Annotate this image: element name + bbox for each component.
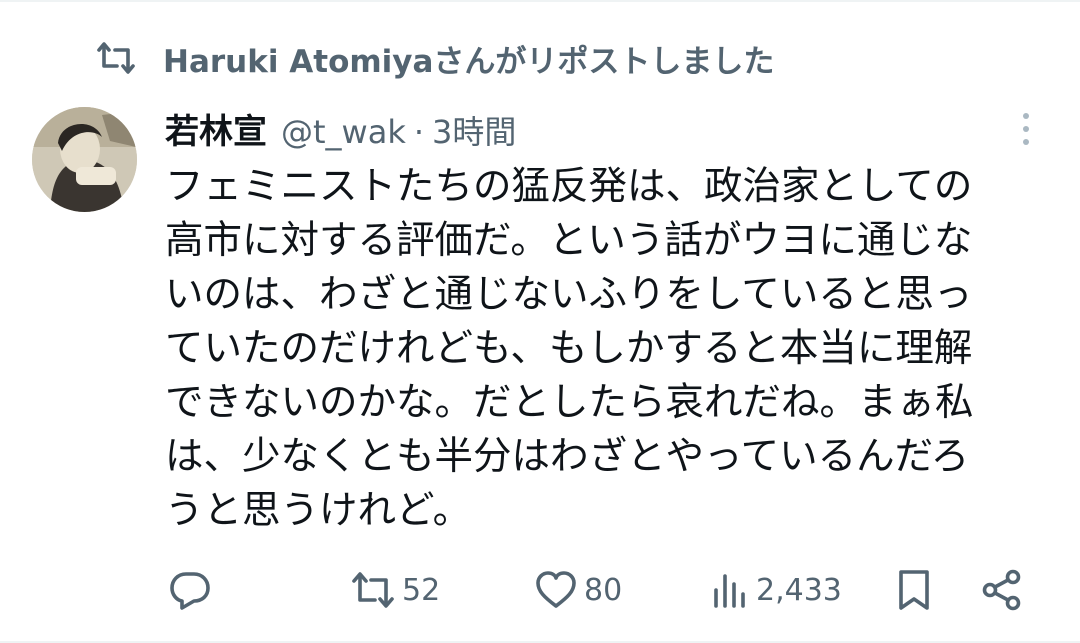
repost-label: Haruki Atomiyaさんがリポストしました <box>163 43 775 80</box>
share-button[interactable] <box>980 558 1024 622</box>
heart-icon <box>536 571 576 608</box>
reply-icon <box>170 572 210 610</box>
retweet-button[interactable]: 52 <box>350 558 440 622</box>
reply-button[interactable] <box>168 558 212 622</box>
avatar-image <box>32 107 137 212</box>
tweet-text-line: フェミニストたちの猛反発は、政治家としての <box>165 164 973 209</box>
like-button[interactable]: 80 <box>534 558 622 622</box>
like-count: 80 <box>584 572 623 608</box>
share-icon <box>982 569 1021 611</box>
views-icon <box>714 574 745 608</box>
tweet-text-line: 高市に対する評価だ。という話がウヨに通じな <box>165 218 973 263</box>
action-bar: 52 80 2,433 <box>0 558 1080 622</box>
display-name[interactable]: 若林宣 <box>165 104 267 153</box>
tweet-text-line: できないのかな。だとしたら哀れだね。まぁ私 <box>165 380 974 425</box>
retweet-count: 52 <box>402 572 441 608</box>
view-count: 2,433 <box>756 572 842 608</box>
repost-header[interactable]: Haruki Atomiyaさんがリポストしました <box>95 36 774 80</box>
retweet-icon <box>97 42 135 74</box>
views-button[interactable]: 2,433 <box>712 558 842 622</box>
timestamp[interactable]: 3時間 <box>432 107 516 153</box>
user-handle[interactable]: @t_wak <box>281 113 406 151</box>
tweet-text: フェミニストたちの猛反発は、政治家としての 高市に対する評価だ。という話がウヨに… <box>165 160 1055 538</box>
bookmark-icon <box>899 570 929 610</box>
tweet-text-line: ていたのだけれども、もしかすると本当に理解 <box>165 326 973 371</box>
tweet-header: 若林宣 @t_wak · 3時間 <box>165 104 516 153</box>
retweet-icon <box>352 572 394 608</box>
more-options-icon[interactable] <box>1014 110 1038 148</box>
bookmark-button[interactable] <box>896 558 932 622</box>
tweet-text-line: は、少なくとも半分はわざとやっているんだろ <box>165 434 970 479</box>
top-divider <box>0 0 1080 2</box>
separator-dot: · <box>413 113 425 151</box>
avatar[interactable] <box>32 107 137 212</box>
tweet-text-line: いのは、わざと通じないふりをしていると思っ <box>165 272 973 317</box>
tweet-text-line: うと思うけれど。 <box>165 488 472 533</box>
